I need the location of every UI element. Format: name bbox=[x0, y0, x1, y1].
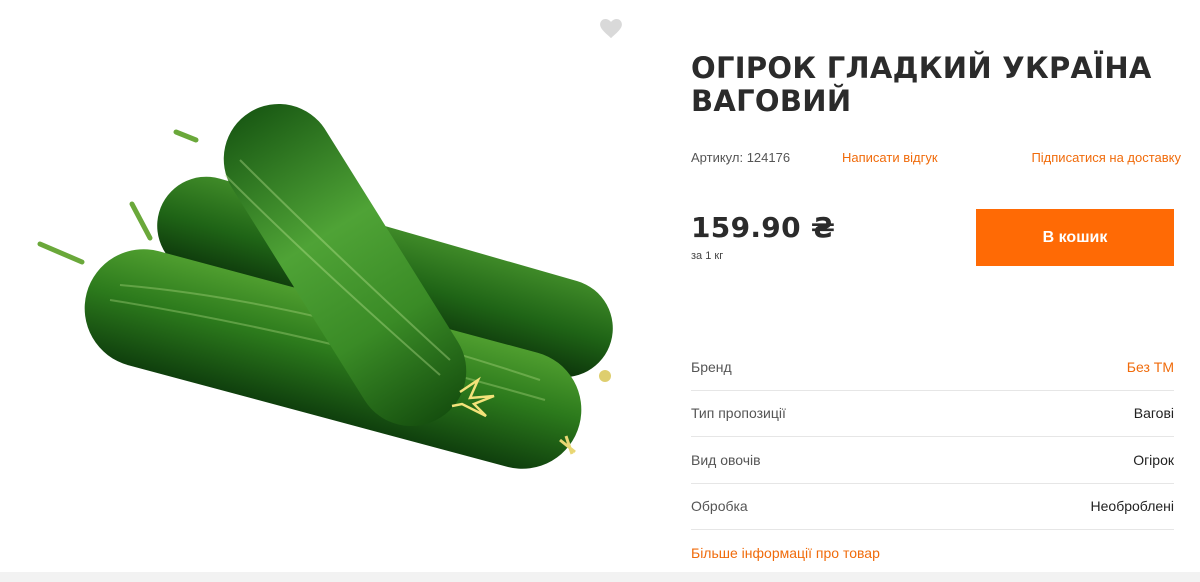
cucumber-image bbox=[37, 103, 613, 469]
spec-label: Обробка bbox=[691, 498, 748, 515]
heart-icon bbox=[600, 19, 622, 39]
spec-row-brand: Бренд Без ТМ bbox=[691, 344, 1174, 391]
sku-label: Артикул: 124176 bbox=[691, 150, 791, 165]
wishlist-heart-button[interactable] bbox=[600, 19, 622, 39]
spec-label: Бренд bbox=[691, 358, 732, 375]
specs-table: Бренд Без ТМ Тип пропозиції Вагові Вид о… bbox=[691, 344, 1174, 530]
write-review-link[interactable]: Написати відгук bbox=[842, 150, 938, 165]
spec-row-offer-type: Тип пропозиції Вагові bbox=[691, 391, 1174, 437]
bottom-divider-bar bbox=[0, 572, 1200, 582]
product-image bbox=[0, 0, 640, 572]
spec-value: Необроблені bbox=[1090, 498, 1174, 515]
product-title: ОГІРОК ГЛАДКИЙ УКРАЇНА ВАГОВИЙ bbox=[691, 51, 1152, 118]
more-info-link[interactable]: Більше інформації про товар bbox=[691, 545, 880, 561]
brand-link[interactable]: Без ТМ bbox=[1127, 359, 1174, 375]
product-price: 159.90 ₴ bbox=[691, 211, 836, 244]
subscribe-delivery-link[interactable]: Підписатися на доставку bbox=[1031, 150, 1181, 165]
spec-label: Вид овочів bbox=[691, 451, 761, 468]
spec-value: Вагові bbox=[1133, 405, 1174, 422]
spec-row-vegetable-type: Вид овочів Огірок bbox=[691, 437, 1174, 484]
spec-row-processing: Обробка Необроблені bbox=[691, 484, 1174, 530]
price-unit: за 1 кг bbox=[691, 250, 724, 262]
spec-value: Огірок bbox=[1133, 451, 1174, 468]
product-meta-row: Артикул: 124176 Написати відгук Підписат… bbox=[691, 150, 1181, 168]
spec-label: Тип пропозиції bbox=[691, 405, 786, 422]
add-to-cart-button[interactable]: В кошик bbox=[976, 209, 1174, 266]
